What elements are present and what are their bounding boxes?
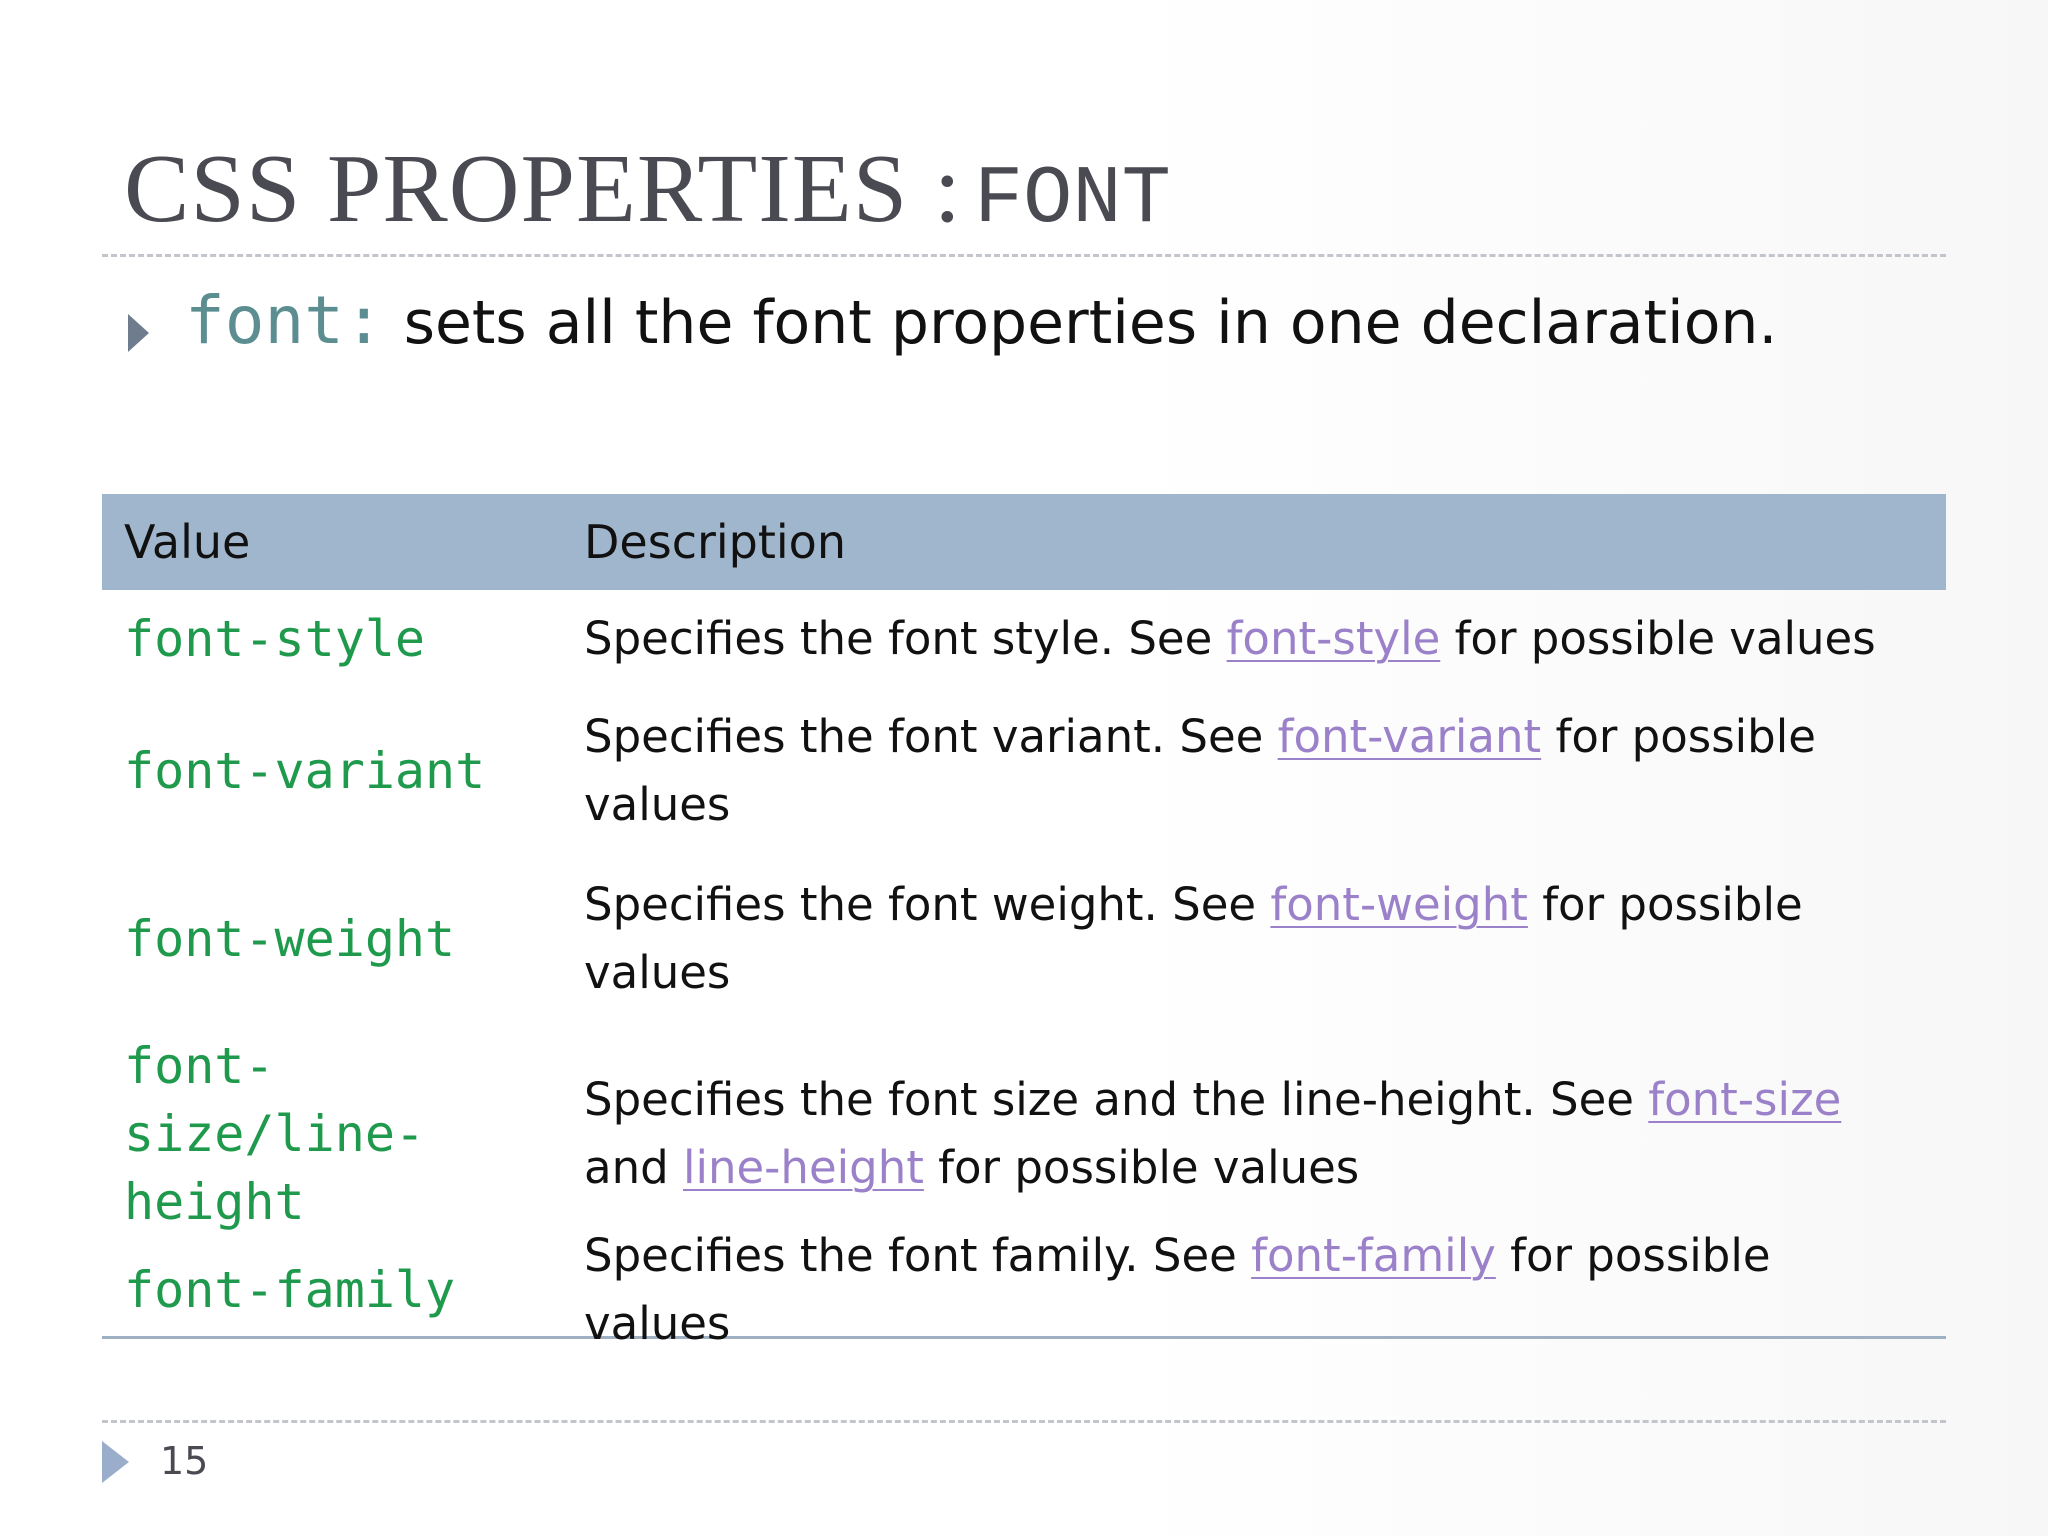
value-line: size/line-: [124, 1105, 426, 1163]
value-line: height: [124, 1173, 305, 1231]
slide-title: CSS PROPERTIES : FONT: [124, 140, 1171, 241]
description-text: and: [584, 1141, 683, 1194]
slide-title-code: FONT: [973, 153, 1171, 246]
value-cell: font-style: [124, 610, 426, 668]
description-cell: Specifies the font style. See font-style…: [584, 605, 1924, 673]
description-text: Specifies the font style. See: [584, 612, 1227, 665]
description-text: for possible values: [1440, 612, 1876, 665]
description-cell: Specifies the font size and the line-hei…: [584, 1066, 1924, 1202]
description-cell: Specifies the font variant. See font-var…: [584, 703, 1924, 839]
value-cell: font- size/line- height: [102, 1032, 562, 1236]
value-cell: font-weight: [124, 910, 456, 968]
triangle-right-icon: [128, 314, 149, 353]
table-header: Value Description: [102, 494, 1946, 590]
table-row: font- size/line- height Specifies the fo…: [102, 1024, 1946, 1244]
line-height-link[interactable]: line-height: [683, 1141, 924, 1194]
description-text: Specifies the font variant. See: [584, 710, 1278, 763]
bullet-item: font: sets all the font properties in one…: [128, 288, 1778, 358]
header-description: Description: [584, 515, 846, 569]
slide: CSS PROPERTIES : FONT font: sets all the f…: [0, 0, 2048, 1536]
properties-table: Value Description font-style Specifies t…: [102, 494, 1946, 1350]
table-row: font-style Specifies the font style. See…: [102, 590, 1946, 688]
font-size-link[interactable]: font-size: [1648, 1073, 1841, 1126]
page-number: 15: [160, 1439, 209, 1483]
table-row: font-variant Specifies the font variant.…: [102, 688, 1946, 854]
footer-divider: [102, 1420, 1946, 1423]
value-cell: font-family: [124, 1261, 456, 1319]
slide-title-main: CSS PROPERTIES :: [124, 135, 962, 243]
value-line: font-: [124, 1037, 275, 1095]
description-text: Specifies the font size and the line-hei…: [584, 1073, 1649, 1126]
font-variant-link[interactable]: font-variant: [1278, 710, 1542, 763]
description-text: Specifies the font weight. See: [584, 878, 1271, 931]
bullet-text: sets all the font properties in one decl…: [403, 288, 1778, 358]
value-cell: font-variant: [124, 742, 486, 800]
font-family-link[interactable]: font-family: [1251, 1229, 1496, 1282]
font-weight-link[interactable]: font-weight: [1270, 878, 1528, 931]
description-cell: Specifies the font weight. See font-weig…: [584, 871, 1924, 1007]
description-text: Specifies the font family. See: [584, 1229, 1252, 1282]
title-divider: [102, 254, 1946, 257]
triangle-right-icon: [102, 1441, 129, 1483]
description-text: for possible values: [923, 1141, 1360, 1194]
header-value: Value: [124, 515, 251, 569]
description-cell: Specifies the font family. See font-fami…: [584, 1222, 1924, 1358]
bullet-code: font:: [185, 282, 384, 359]
font-style-link[interactable]: font-style: [1227, 612, 1441, 665]
table-row: font-family Specifies the font family. S…: [102, 1229, 1946, 1350]
table-row: font-weight Specifies the font weight. S…: [102, 854, 1946, 1024]
